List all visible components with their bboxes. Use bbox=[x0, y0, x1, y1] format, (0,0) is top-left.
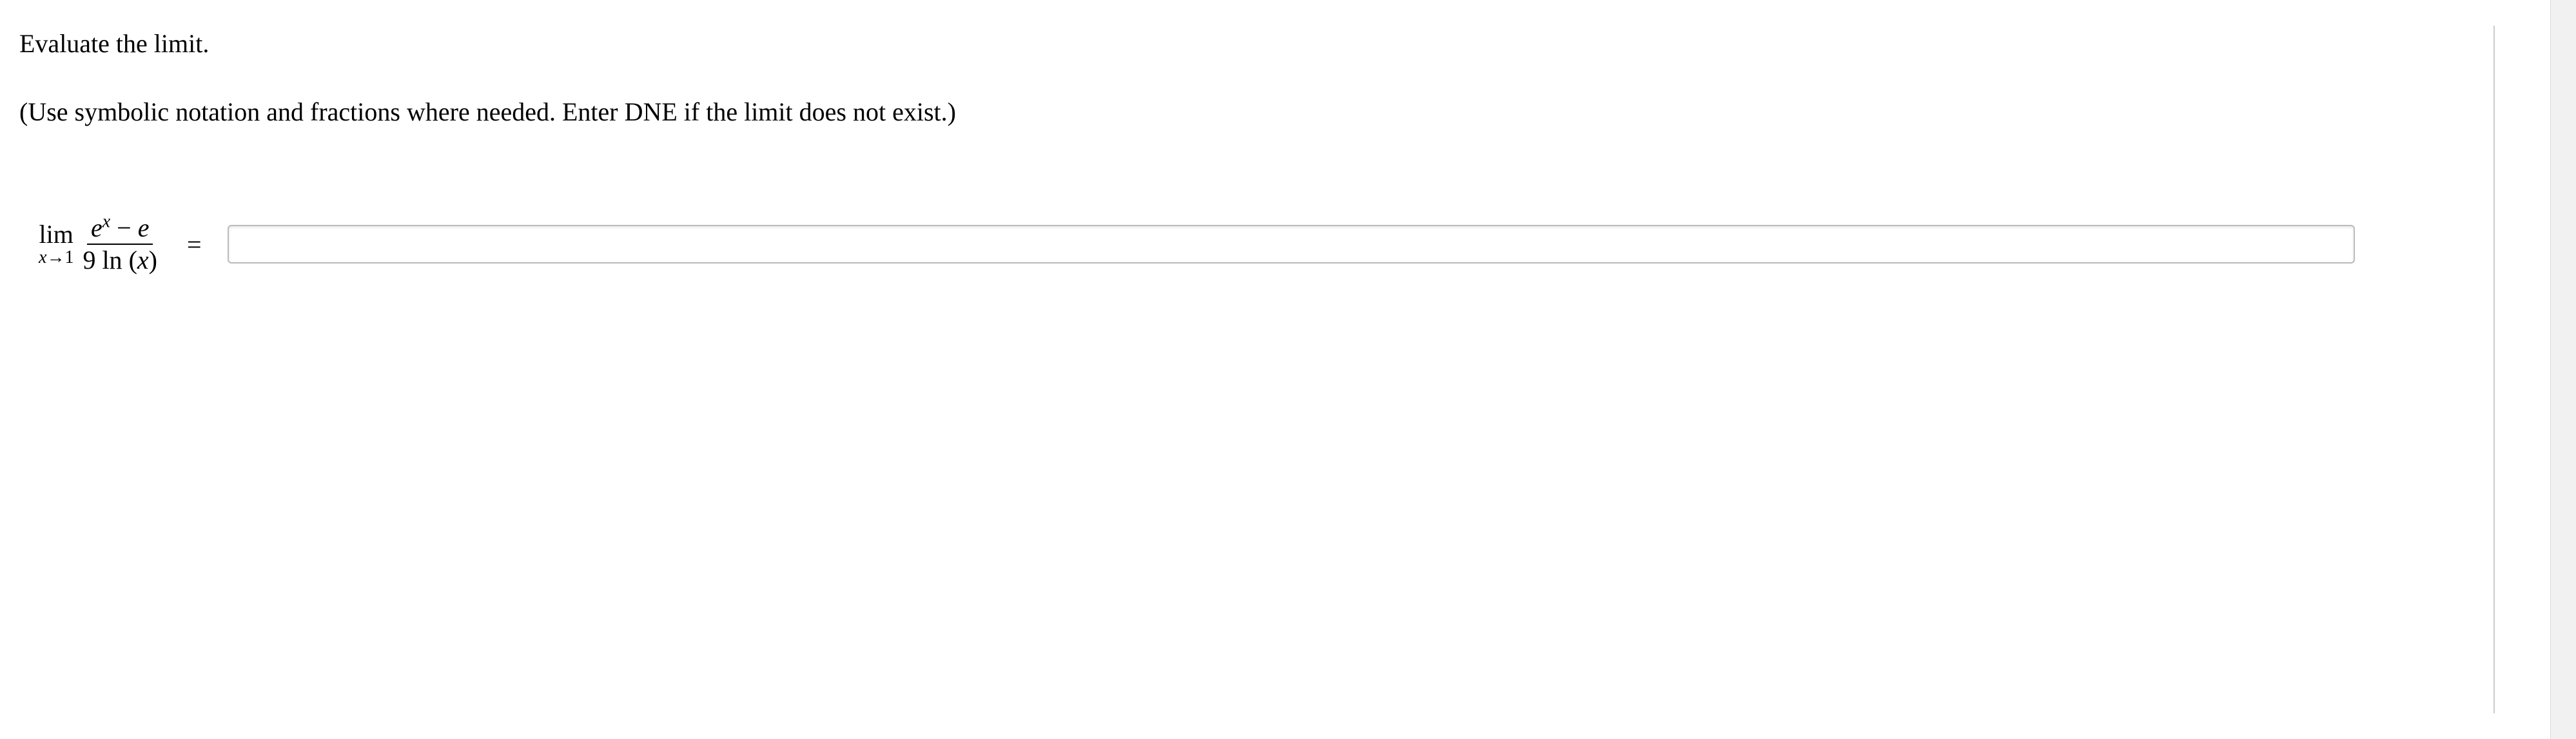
num-exp1: x bbox=[102, 212, 110, 232]
limit-arrow: → bbox=[46, 247, 64, 267]
limit-operator-block: lim x→1 bbox=[39, 222, 73, 267]
limit-subscript: x→1 bbox=[39, 249, 73, 267]
num-minus: − bbox=[110, 213, 138, 242]
numerator: ex − e bbox=[87, 214, 153, 245]
denominator: 9 ln (x) bbox=[79, 245, 161, 274]
problem-instruction: Evaluate the limit. bbox=[19, 26, 2468, 62]
limit-value: 1 bbox=[64, 247, 73, 267]
limit-var: x bbox=[39, 247, 46, 267]
problem-row: lim x→1 ex − e 9 ln (x) = bbox=[19, 214, 2468, 274]
equals-sign: = bbox=[187, 229, 202, 260]
vertical-scrollbar[interactable] bbox=[2550, 0, 2576, 739]
den-close: ) bbox=[149, 245, 157, 274]
answer-input[interactable] bbox=[228, 225, 2355, 264]
num-base1: e bbox=[91, 213, 102, 242]
limit-operator: lim bbox=[39, 222, 73, 247]
den-var: x bbox=[137, 245, 149, 274]
den-open: ( bbox=[129, 245, 137, 274]
den-func: ln bbox=[95, 245, 128, 274]
den-coef: 9 bbox=[83, 245, 95, 274]
problem-hint: (Use symbolic notation and fractions whe… bbox=[19, 94, 2468, 130]
fraction: ex − e 9 ln (x) bbox=[79, 214, 161, 274]
num-term2: e bbox=[138, 213, 150, 242]
limit-expression: lim x→1 ex − e 9 ln (x) bbox=[39, 214, 161, 274]
